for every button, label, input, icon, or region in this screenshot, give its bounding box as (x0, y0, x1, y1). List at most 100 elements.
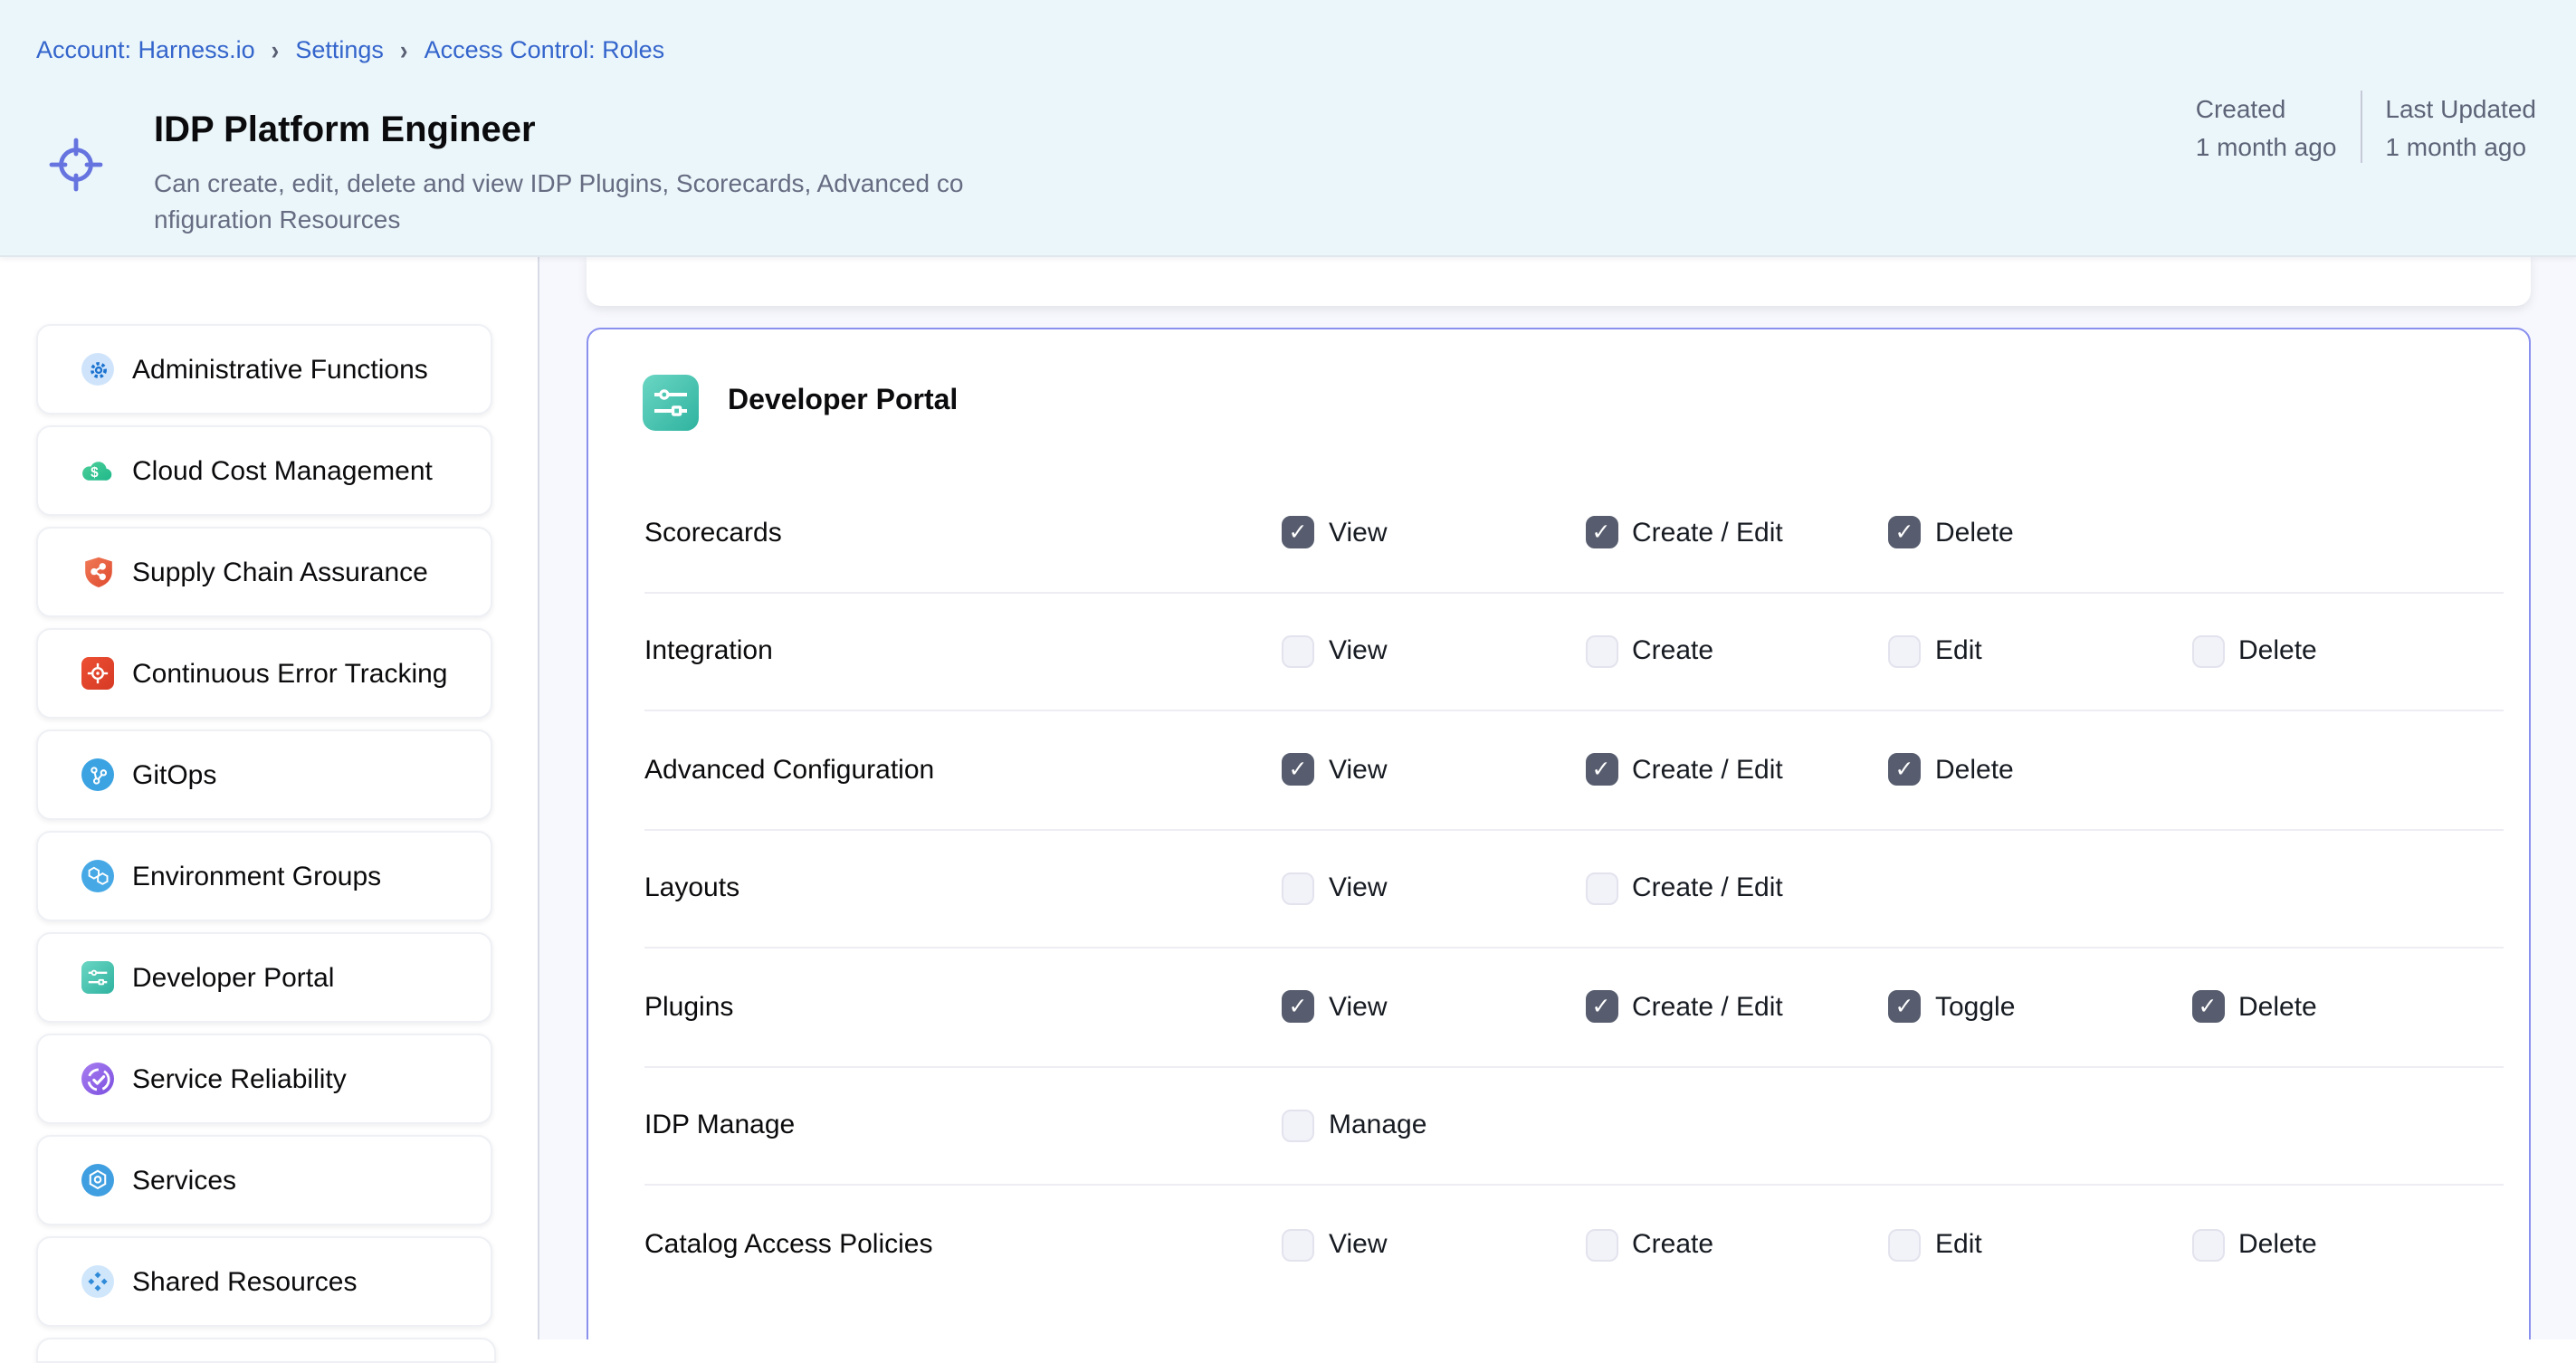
checkbox-delete[interactable]: Delete (2191, 635, 2495, 668)
checkbox-toggle[interactable]: ✓ Toggle (1888, 991, 2191, 1024)
checkbox-icon[interactable] (1282, 1110, 1314, 1142)
permission-label: Create (1632, 636, 1713, 667)
sidebar-item-label: Cloud Cost Management (132, 455, 433, 486)
sidebar-item-label: Supply Chain Assurance (132, 557, 428, 587)
breadcrumb-account-link[interactable]: Account: Harness.io (36, 36, 255, 63)
role-meta: Created 1 month ago Last Updated 1 month… (2196, 91, 2536, 165)
checkbox-icon[interactable]: ✓ (1585, 754, 1617, 786)
permission-label: Create / Edit (1632, 518, 1783, 548)
checkbox-delete[interactable]: Delete (2191, 1229, 2495, 1262)
checkbox-icon[interactable]: ✓ (1888, 517, 1921, 549)
resource-label: Plugins (644, 992, 1282, 1023)
permission-label: View (1329, 992, 1388, 1023)
sidebar-item-developer-portal[interactable]: Developer Portal (36, 932, 492, 1023)
checkbox-icon[interactable] (1888, 1229, 1921, 1262)
checkbox-icon[interactable] (1282, 872, 1314, 905)
checkbox-icon[interactable]: ✓ (1888, 754, 1921, 786)
checkbox-icon[interactable]: ✓ (1282, 991, 1314, 1024)
checkbox-view[interactable]: ✓ View (1282, 991, 1585, 1024)
checkbox-edit[interactable]: Edit (1888, 1229, 2191, 1262)
previous-resource-card-partial (587, 255, 2531, 306)
permission-label: View (1329, 1230, 1388, 1261)
sidebar-item-partial (36, 1338, 496, 1363)
content-area: Administrative Functions $ Cloud Cost Ma… (0, 255, 2576, 1339)
permission-label: Create / Edit (1632, 873, 1783, 904)
permission-label: Create / Edit (1632, 992, 1783, 1023)
checkbox-icon[interactable] (2191, 635, 2224, 668)
checkbox-icon[interactable]: ✓ (1585, 517, 1617, 549)
checkbox-view[interactable]: ✓ View (1282, 517, 1585, 549)
breadcrumb-settings-link[interactable]: Settings (295, 36, 384, 63)
checkbox-icon[interactable]: ✓ (1282, 754, 1314, 786)
checkbox-delete[interactable]: ✓ Delete (2191, 991, 2495, 1024)
developer-portal-permissions-card: Developer Portal Scorecards ✓ View ✓ Cre… (587, 328, 2531, 1339)
checkbox-icon[interactable] (1585, 1229, 1617, 1262)
checkbox-manage[interactable]: Manage (1282, 1110, 1585, 1142)
sidebar-item-cloud-cost-management[interactable]: $ Cloud Cost Management (36, 425, 492, 516)
sidebar-item-environment-groups[interactable]: Environment Groups (36, 831, 492, 921)
sidebar-item-services[interactable]: Services (36, 1135, 492, 1225)
checkbox-icon[interactable] (2191, 1229, 2224, 1262)
page-header: Account: Harness.io › Settings › Access … (0, 0, 2576, 257)
checkbox-icon[interactable] (1888, 635, 1921, 668)
sidebar-item-administrative-functions[interactable]: Administrative Functions (36, 324, 492, 415)
sidebar-item-gitops[interactable]: GitOps (36, 729, 492, 820)
meta-divider (2360, 91, 2361, 163)
resource-label: Integration (644, 636, 1282, 667)
checkbox-view[interactable]: View (1282, 1229, 1585, 1262)
checkbox-icon[interactable] (1585, 872, 1617, 905)
checkbox-icon[interactable]: ✓ (1282, 517, 1314, 549)
chevron-right-icon: › (400, 34, 408, 66)
checkbox-create-edit[interactable]: Create / Edit (1585, 872, 1888, 905)
checkbox-create-edit[interactable]: ✓ Create / Edit (1585, 517, 1888, 549)
role-description-line1: Can create, edit, delete and view IDP Pl… (154, 165, 963, 201)
checkbox-icon[interactable] (1282, 1229, 1314, 1262)
created-block: Created 1 month ago (2196, 91, 2337, 165)
last-updated-block: Last Updated 1 month ago (2385, 91, 2536, 165)
checkbox-create-edit[interactable]: ✓ Create / Edit (1585, 991, 1888, 1024)
checkbox-create[interactable]: Create (1585, 635, 1888, 668)
sidebar-item-label: GitOps (132, 759, 216, 790)
sidebar-item-label: Administrative Functions (132, 354, 428, 385)
permission-label: Create (1632, 1230, 1713, 1261)
permission-label: View (1329, 873, 1388, 904)
checkbox-create-edit[interactable]: ✓ Create / Edit (1585, 754, 1888, 786)
sidebar-item-label: Environment Groups (132, 861, 381, 891)
permission-label: Delete (1935, 755, 2014, 786)
sidebar-item-label: Shared Resources (132, 1266, 357, 1297)
checkbox-view[interactable]: View (1282, 635, 1585, 668)
checkbox-view[interactable]: ✓ View (1282, 754, 1585, 786)
checkbox-icon[interactable]: ✓ (2191, 991, 2224, 1024)
sidebar-item-service-reliability[interactable]: Service Reliability (36, 1034, 492, 1124)
checkbox-view[interactable]: View (1282, 872, 1585, 905)
checkbox-edit[interactable]: Edit (1888, 635, 2191, 668)
sidebar-item-supply-chain-assurance[interactable]: Supply Chain Assurance (36, 527, 492, 617)
checkbox-delete[interactable]: ✓ Delete (1888, 754, 2191, 786)
checkbox-icon[interactable]: ✓ (1888, 991, 1921, 1024)
resource-label: Scorecards (644, 518, 1282, 548)
sidebar-item-continuous-error-tracking[interactable]: Continuous Error Tracking (36, 628, 492, 719)
checkbox-icon[interactable] (1585, 635, 1617, 668)
permission-label: View (1329, 636, 1388, 667)
hexagons-icon (81, 860, 114, 892)
row-advanced-configuration: Advanced Configuration ✓ View ✓ Create /… (644, 711, 2504, 830)
target-square-icon (81, 657, 114, 690)
permission-label: Manage (1329, 1110, 1426, 1141)
last-updated-value: 1 month ago (2385, 129, 2536, 165)
resource-label: Catalog Access Policies (644, 1230, 1282, 1261)
card-title: Developer Portal (728, 386, 958, 418)
breadcrumb: Account: Harness.io › Settings › Access … (36, 36, 664, 63)
checkbox-delete[interactable]: ✓ Delete (1888, 517, 2191, 549)
breadcrumb-roles-link[interactable]: Access Control: Roles (425, 36, 665, 63)
row-catalog-access-policies: Catalog Access Policies View Create Edit (644, 1186, 2504, 1304)
permission-label: Delete (1935, 518, 2014, 548)
shield-share-icon (81, 556, 114, 588)
checkbox-icon[interactable]: ✓ (1585, 991, 1617, 1024)
checkbox-icon[interactable] (1282, 635, 1314, 668)
sidebar-item-shared-resources[interactable]: Shared Resources (36, 1236, 492, 1327)
resource-label: IDP Manage (644, 1110, 1282, 1141)
permission-label: Create / Edit (1632, 755, 1783, 786)
sliders-icon (81, 961, 114, 994)
gear-icon (81, 353, 114, 386)
checkbox-create[interactable]: Create (1585, 1229, 1888, 1262)
